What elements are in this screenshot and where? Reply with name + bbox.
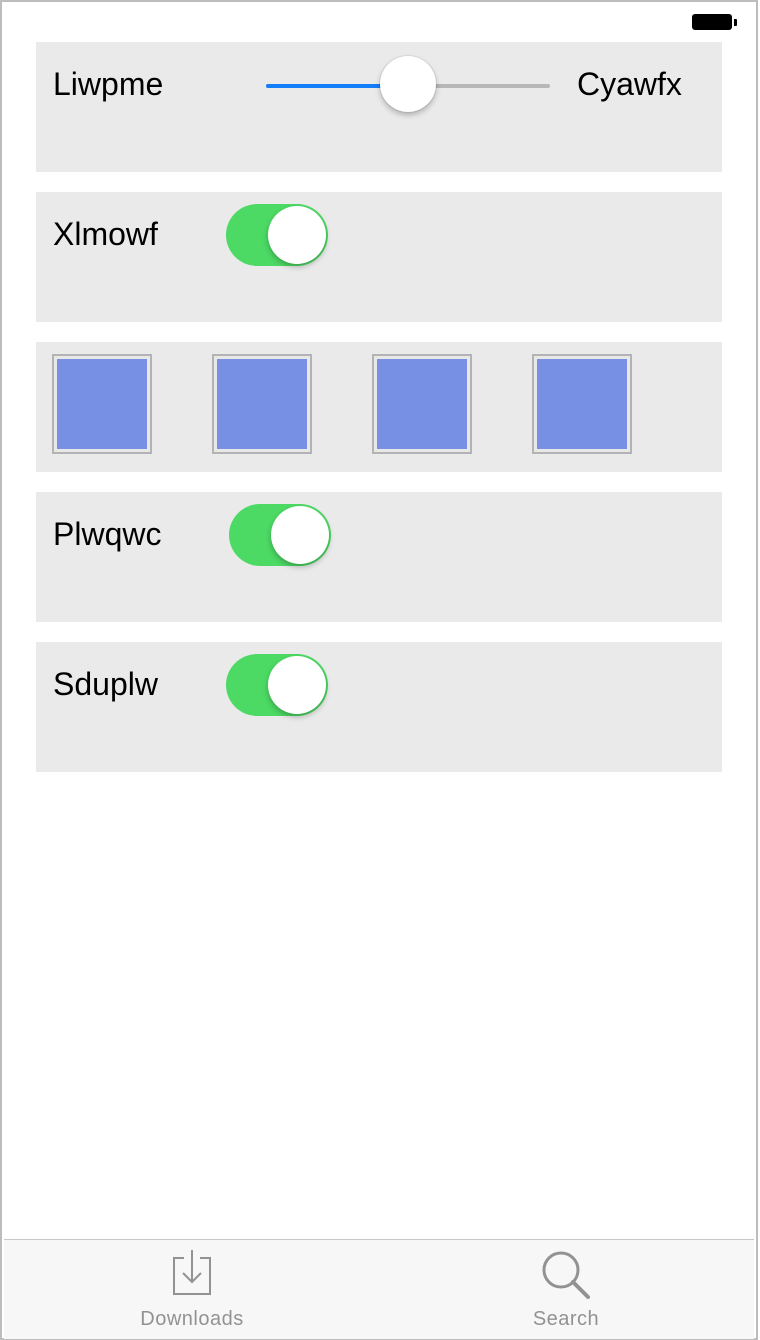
- color-swatch[interactable]: [532, 354, 632, 454]
- switch-row-xlmowf: Xlmowf: [36, 192, 722, 322]
- tab-search[interactable]: Search: [466, 1240, 666, 1339]
- toggle-knob: [271, 506, 329, 564]
- toggle-switch[interactable]: [226, 204, 328, 266]
- switch-label: Plwqwc: [53, 516, 162, 552]
- swatch-fill: [217, 359, 307, 449]
- battery-icon: [692, 14, 737, 34]
- search-icon: [539, 1248, 593, 1307]
- switch-label: Xlmowf: [53, 216, 158, 252]
- slider-max-label: Cyawfx: [577, 66, 682, 102]
- downloads-icon: [170, 1248, 214, 1303]
- slider-row: Liwpme Cyawfx: [36, 42, 722, 172]
- tab-label: Search: [532, 1308, 600, 1330]
- color-swatch[interactable]: [52, 354, 152, 454]
- toggle-knob: [268, 206, 326, 264]
- slider-min-label: Liwpme: [53, 66, 164, 102]
- toggle-knob: [268, 656, 326, 714]
- slider-thumb[interactable]: [380, 56, 436, 112]
- tab-bar: Downloads Search: [4, 1239, 754, 1339]
- color-swatch[interactable]: [212, 354, 312, 454]
- color-swatch-row: [36, 342, 722, 472]
- toggle-switch[interactable]: [226, 654, 328, 716]
- switch-label: Sduplw: [53, 666, 158, 702]
- switch-row-sduplw: Sduplw: [36, 642, 722, 772]
- swatch-fill: [377, 359, 467, 449]
- swatch-fill: [537, 359, 627, 449]
- tab-label: Downloads: [140, 1308, 244, 1330]
- switch-row-plwqwc: Plwqwc: [36, 492, 722, 622]
- swatch-fill: [57, 359, 147, 449]
- toggle-switch[interactable]: [229, 504, 331, 566]
- app-screen: Liwpme Cyawfx Xlmowf Plwqwc Sduplw Downl…: [0, 0, 758, 1340]
- tab-downloads[interactable]: Downloads: [92, 1240, 292, 1339]
- color-swatch[interactable]: [372, 354, 472, 454]
